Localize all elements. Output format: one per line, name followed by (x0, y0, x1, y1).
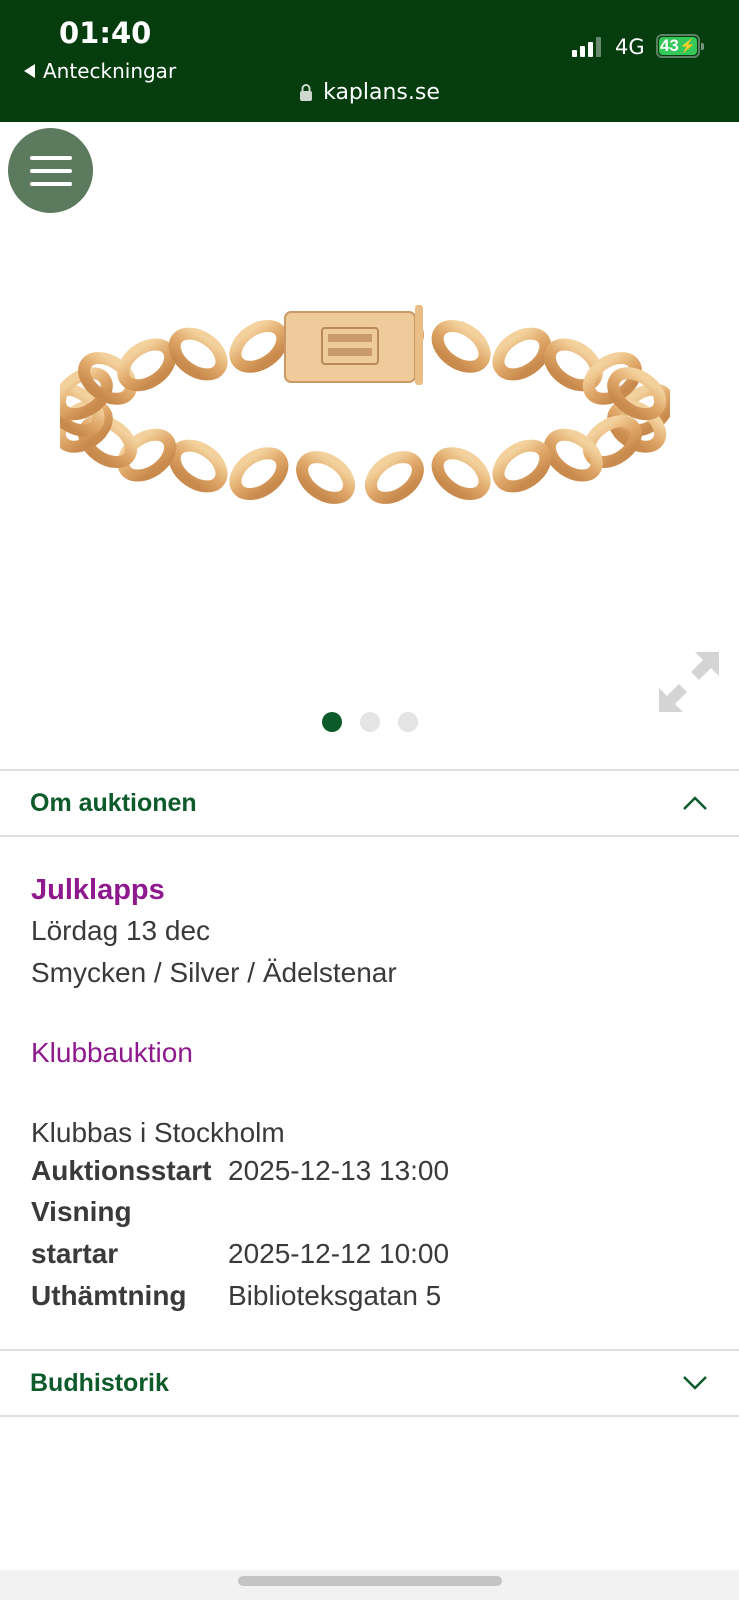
info-label: Uthämtning (31, 1280, 187, 1311)
auction-details: Julklapps Lördag 13 dec Smycken / Silver… (31, 870, 711, 1154)
chevron-up-icon (683, 796, 707, 810)
url-bar[interactable]: kaplans.se (0, 80, 739, 105)
auction-categories: Smycken / Silver / Ädelstenar (31, 957, 397, 988)
chevron-down-icon (683, 1376, 707, 1390)
chain-link (296, 451, 356, 504)
chain-link (431, 319, 491, 373)
chain-link (229, 447, 289, 501)
auction-date: Lördag 13 dec (31, 915, 211, 946)
accordion-header-about[interactable]: Om auktionen (0, 769, 739, 837)
chain-link (492, 327, 552, 381)
accordion-title: Om auktionen (30, 788, 197, 817)
info-value: Biblioteksgatan 5 (228, 1280, 442, 1311)
gallery-dot[interactable] (321, 712, 342, 732)
accordion-title: Budhistorik (30, 1368, 169, 1397)
back-arrow-icon (24, 64, 35, 78)
info-label: Visning (31, 1196, 132, 1227)
chain-link (229, 319, 289, 373)
status-time: 01:40 (59, 16, 152, 50)
chain-link (431, 447, 491, 501)
chain-link (364, 451, 424, 504)
info-value: 2025-12-13 13:00 (228, 1155, 450, 1186)
chain-link (492, 439, 552, 493)
info-label: startar (31, 1238, 119, 1269)
chain-link (168, 327, 228, 381)
info-value: 2025-12-12 10:00 (228, 1238, 450, 1269)
gallery-pagination (0, 712, 739, 732)
expand-arrows-icon[interactable] (655, 648, 723, 716)
url-text: kaplans.se (323, 80, 440, 105)
chain-link (168, 439, 228, 493)
auction-location: Klubbas i Stockholm (31, 1117, 285, 1148)
battery-icon: 43 ⚡ (656, 34, 704, 58)
accordion-header-bid-history[interactable]: Budhistorik (0, 1349, 739, 1417)
status-bar: 01:40 Anteckningar kaplans.se 4G 43 ⚡ (0, 0, 739, 122)
gallery-dot[interactable] (359, 712, 380, 732)
hamburger-menu-button[interactable] (8, 128, 93, 213)
battery-level: 43 (659, 36, 679, 55)
info-label: Auktionsstart (31, 1155, 212, 1186)
chain-link (117, 338, 177, 392)
lock-icon (300, 84, 313, 101)
home-indicator[interactable] (238, 1576, 502, 1586)
auction-name-link[interactable]: Julklapps (31, 870, 711, 910)
network-type: 4G (615, 35, 645, 59)
gallery-dot[interactable] (397, 712, 418, 732)
auction-type-link[interactable]: Klubbauktion (31, 1032, 711, 1074)
product-image[interactable] (60, 290, 670, 530)
signal-icon (572, 37, 601, 57)
